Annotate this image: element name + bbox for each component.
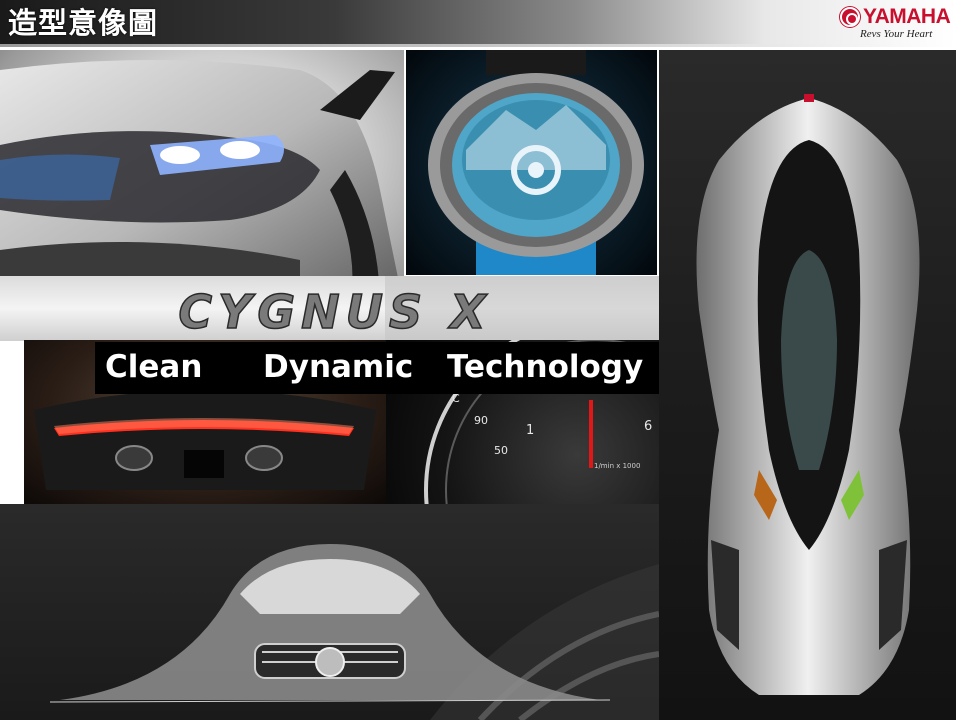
wordmark-text: CYGNUS X xyxy=(178,285,491,339)
yamaha-logo: YAMAHA Revs Your Heart xyxy=(838,4,951,44)
keyword-technology: Technology xyxy=(447,349,644,385)
sketch-illustration xyxy=(49,544,659,720)
image-car-sketch-front xyxy=(0,504,659,720)
image-watch xyxy=(406,50,657,275)
logo-brand: YAMAHA xyxy=(863,5,951,28)
keyword-clean: Clean xyxy=(105,349,203,385)
cygnus-x-wordmark-band: CYGNUS X xyxy=(0,276,659,341)
concept-car-illustration xyxy=(696,94,920,695)
image-concept-car-top-view xyxy=(659,50,956,720)
slide-header: 造型意像圖 YAMAHA Revs Your Heart xyxy=(0,0,956,46)
tuning-fork-emblem-icon xyxy=(840,7,860,27)
image-car-front-headlight xyxy=(0,50,404,307)
slide-title: 造型意像圖 xyxy=(8,6,159,40)
keyword-dynamic: Dynamic xyxy=(263,349,414,385)
gauge-label-1: 1 xyxy=(526,423,534,438)
cygnus-x-wordmark: CYGNUS X xyxy=(178,276,659,341)
header-divider xyxy=(0,44,956,47)
keywords-bar: Clean Dynamic Technology xyxy=(95,342,659,394)
watch-illustration xyxy=(428,50,644,275)
gauge-label-50: 50 xyxy=(494,444,508,457)
gauge-label-90: 90 xyxy=(474,414,488,427)
gauge-label-6: 6 xyxy=(644,419,652,434)
gauge-label-rpm: 1/min x 1000 xyxy=(594,462,640,470)
logo-tagline: Revs Your Heart xyxy=(860,28,933,40)
car-front-illustration xyxy=(0,60,404,307)
